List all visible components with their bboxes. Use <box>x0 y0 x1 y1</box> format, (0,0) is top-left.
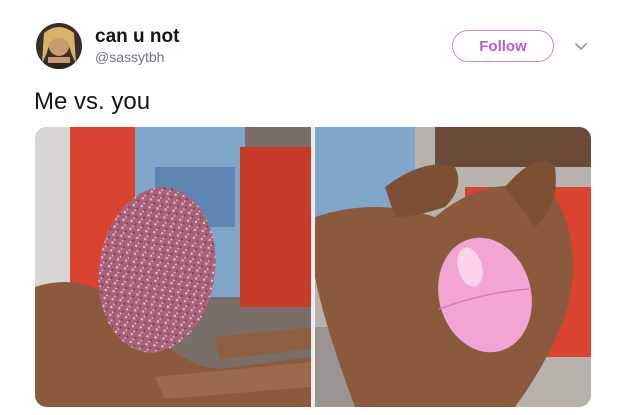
tweet-media[interactable] <box>35 127 591 407</box>
author-name[interactable]: can u not <box>95 26 179 48</box>
tweet-header: can u not @sassytbh Follow <box>0 0 625 80</box>
follow-button[interactable]: Follow <box>452 30 554 62</box>
follow-button-label: Follow <box>479 37 527 55</box>
tweet-text: Me vs. you <box>34 88 151 115</box>
avatar[interactable] <box>36 23 82 69</box>
media-image-plastic-egg[interactable] <box>315 127 591 407</box>
media-image-glitter-egg[interactable] <box>35 127 311 407</box>
author-handle[interactable]: @sassytbh <box>95 49 164 65</box>
chevron-down-icon[interactable] <box>573 38 589 54</box>
